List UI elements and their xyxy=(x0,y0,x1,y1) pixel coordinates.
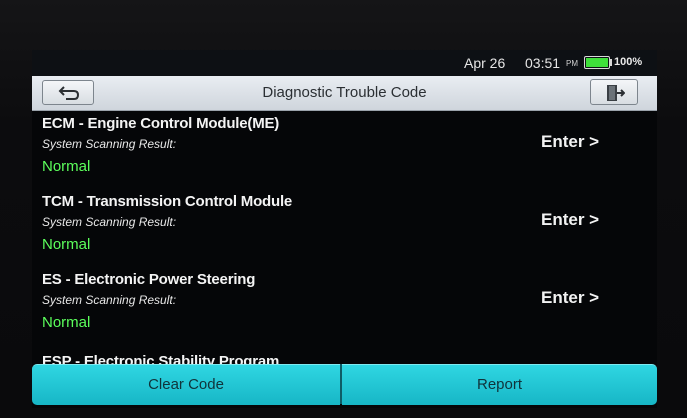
module-name: ESP - Electronic Stability Program xyxy=(42,353,280,364)
enter-module-button[interactable]: Enter > xyxy=(541,210,599,230)
action-bar: Clear Code Report xyxy=(32,364,657,408)
module-name: ECM - Engine Control Module(ME) xyxy=(42,115,280,132)
report-button[interactable]: Report xyxy=(342,364,657,405)
status-bar: Apr 26 03:51 PM 100% xyxy=(32,50,657,76)
module-status: Normal xyxy=(42,236,91,253)
exit-door-icon xyxy=(607,85,625,101)
module-row-partial: ESP - Electronic Stability Program xyxy=(32,350,657,364)
module-scan-caption: System Scanning Result: xyxy=(42,215,177,229)
module-status: Normal xyxy=(42,314,91,331)
back-arrow-icon xyxy=(58,86,80,100)
status-ampm: PM xyxy=(566,59,578,68)
clear-code-button[interactable]: Clear Code xyxy=(32,364,340,405)
module-name: ES - Electronic Power Steering xyxy=(42,271,256,288)
status-date: Apr 26 xyxy=(464,55,506,71)
module-row: ECM - Engine Control Module(ME) System S… xyxy=(32,110,657,188)
title-bar: Diagnostic Trouble Code xyxy=(32,76,657,111)
module-status: Normal xyxy=(42,158,91,175)
enter-module-button[interactable]: Enter > xyxy=(541,132,599,152)
module-name: TCM - Transmission Control Module xyxy=(42,193,293,210)
battery-tip xyxy=(610,59,612,66)
module-scan-caption: System Scanning Result: xyxy=(42,137,177,151)
battery-level-fill xyxy=(586,58,608,67)
module-list: ECM - Engine Control Module(ME) System S… xyxy=(32,110,657,364)
exit-button[interactable] xyxy=(590,79,638,105)
module-scan-caption: System Scanning Result: xyxy=(42,293,177,307)
module-row: TCM - Transmission Control Module System… xyxy=(32,188,657,266)
enter-module-button[interactable]: Enter > xyxy=(541,288,599,308)
module-row: ES - Electronic Power Steering System Sc… xyxy=(32,266,657,344)
device-screen: Apr 26 03:51 PM 100% Diagnostic Trouble … xyxy=(32,50,657,408)
page-title: Diagnostic Trouble Code xyxy=(262,84,427,101)
status-time: 03:51 xyxy=(525,55,561,71)
battery-percent: 100% xyxy=(614,56,643,68)
back-button[interactable] xyxy=(42,80,94,105)
battery-icon xyxy=(584,56,610,69)
